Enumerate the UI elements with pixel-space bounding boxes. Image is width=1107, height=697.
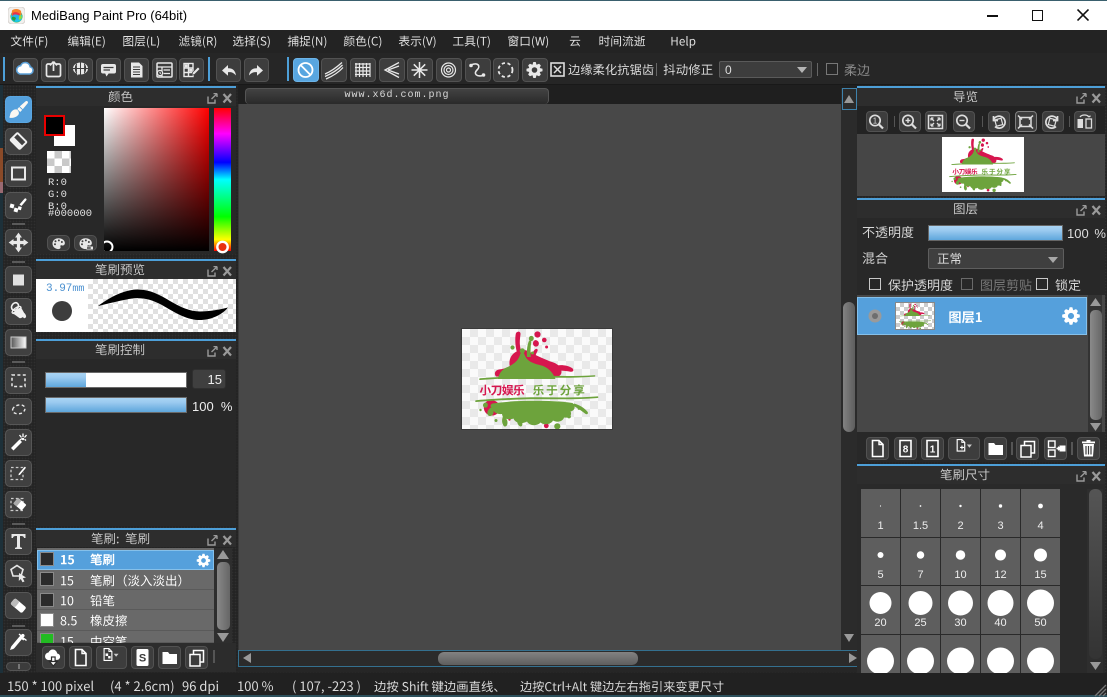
svg-text:8: 8 xyxy=(903,445,909,456)
svg-text:1: 1 xyxy=(873,116,878,125)
svg-text:S: S xyxy=(139,652,146,664)
svg-text:1: 1 xyxy=(930,445,936,456)
